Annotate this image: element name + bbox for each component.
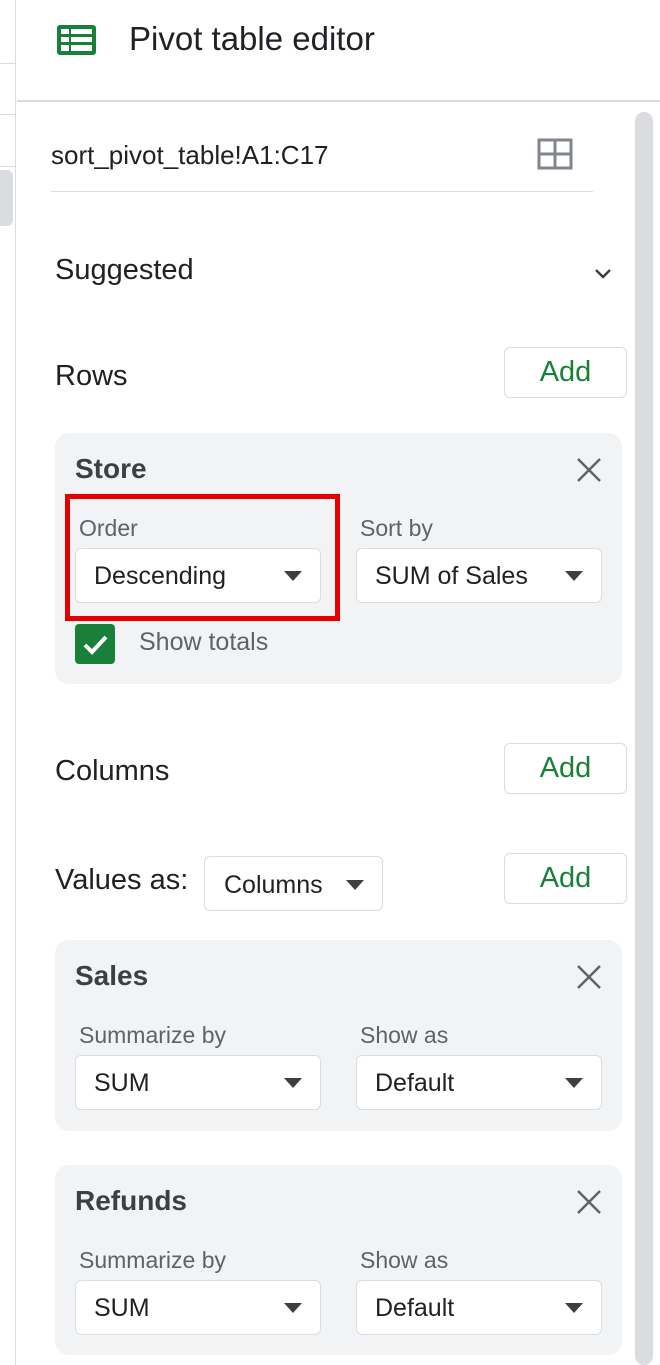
spreadsheet-edge (0, 0, 16, 1365)
caret-down-icon (346, 880, 364, 890)
show-as-label: Show as (360, 1247, 449, 1273)
show-as-dropdown[interactable]: Default (356, 1280, 602, 1335)
caret-down-icon (565, 1078, 583, 1088)
value-field-title: Sales (75, 960, 149, 991)
summarize-by-dropdown[interactable]: SUM (75, 1055, 321, 1110)
add-column-button[interactable]: Add (504, 743, 627, 794)
caret-down-icon (565, 1303, 583, 1313)
rows-label: Rows (55, 360, 128, 392)
close-icon[interactable] (575, 456, 603, 484)
panel-scrollbar-thumb[interactable] (635, 112, 653, 1365)
data-range-field[interactable]: sort_pivot_table!A1:C17 (51, 126, 593, 192)
sort-by-dropdown[interactable]: SUM of Sales (356, 548, 602, 603)
sort-by-label: Sort by (360, 515, 433, 541)
value-field-card: Sales Summarize by SUM Show as Default (55, 940, 622, 1131)
sort-by-value: SUM of Sales (375, 562, 528, 590)
values-label: Values as: (55, 864, 189, 896)
summarize-by-label: Summarize by (79, 1022, 226, 1048)
order-value: Descending (94, 562, 227, 590)
values-as-value: Columns (224, 871, 323, 899)
panel-header: Pivot table editor (17, 0, 660, 102)
row-field-title: Store (75, 453, 147, 484)
summarize-by-dropdown[interactable]: SUM (75, 1280, 321, 1335)
add-row-button[interactable]: Add (504, 347, 627, 398)
show-as-value: Default (375, 1069, 455, 1097)
gridline (0, 114, 16, 115)
value-field-title: Refunds (75, 1185, 187, 1216)
value-field-card: Refunds Summarize by SUM Show as Default (55, 1165, 622, 1355)
caret-down-icon (284, 1303, 302, 1313)
check-icon (83, 635, 108, 655)
show-as-dropdown[interactable]: Default (356, 1055, 602, 1110)
sheet-scroll-handle[interactable] (0, 170, 13, 226)
gridline (0, 166, 16, 167)
caret-down-icon (565, 571, 583, 581)
values-as-dropdown[interactable]: Columns (204, 856, 383, 911)
add-value-button[interactable]: Add (504, 853, 627, 904)
data-range-value: sort_pivot_table!A1:C17 (51, 140, 329, 170)
summarize-by-label: Summarize by (79, 1247, 226, 1273)
order-label: Order (79, 515, 138, 541)
summarize-by-value: SUM (94, 1294, 150, 1322)
suggested-label[interactable]: Suggested (55, 254, 194, 287)
pivot-table-editor-panel: Pivot table editor sort_pivot_table!A1:C… (17, 0, 660, 1365)
show-totals-checkbox[interactable] (75, 624, 115, 664)
close-icon[interactable] (575, 963, 603, 991)
show-as-value: Default (375, 1294, 455, 1322)
show-as-label: Show as (360, 1022, 449, 1048)
caret-down-icon (284, 571, 302, 581)
grid-icon[interactable] (537, 138, 573, 170)
gridline (0, 63, 16, 64)
show-totals-label: Show totals (139, 628, 269, 656)
panel-title: Pivot table editor (129, 20, 375, 57)
columns-label: Columns (55, 755, 170, 787)
caret-down-icon (284, 1078, 302, 1088)
summarize-by-value: SUM (94, 1069, 150, 1097)
chevron-down-icon[interactable] (591, 262, 615, 286)
google-sheets-icon (57, 25, 96, 55)
order-dropdown[interactable]: Descending (75, 548, 321, 603)
close-icon[interactable] (575, 1188, 603, 1216)
